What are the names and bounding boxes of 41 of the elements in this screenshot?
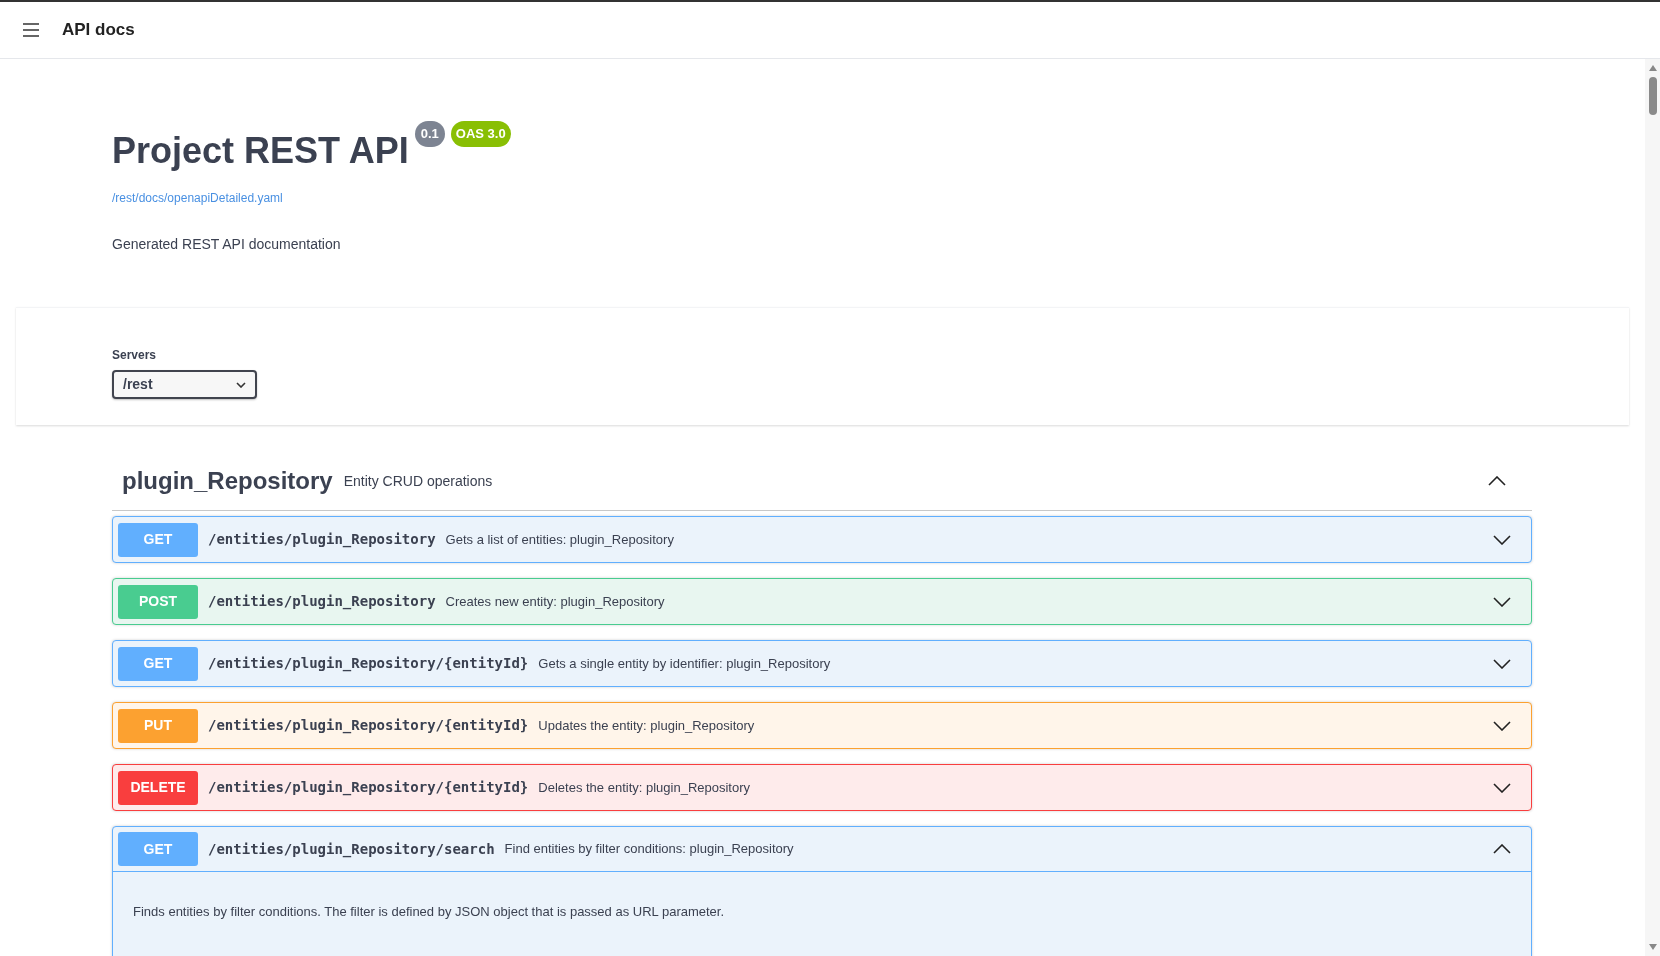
operation-summary: Deletes the entity: plugin_Repository — [538, 778, 751, 797]
operation-summary: Gets a list of entities: plugin_Repository — [445, 530, 674, 549]
tag-description: Entity CRUD operations — [343, 472, 493, 491]
method-badge: PUT — [118, 708, 198, 743]
tag-name[interactable]: plugin_Repository — [122, 462, 333, 499]
servers-label: Servers — [112, 347, 158, 364]
api-title: Project REST API — [112, 133, 409, 169]
method-badge: GET — [118, 832, 198, 866]
scrollbar[interactable] — [1645, 59, 1660, 956]
endpoint-path[interactable]: /entities/plugin_Repository/search — [208, 838, 495, 860]
operation-summary: Updates the entity: plugin_Repository — [538, 716, 755, 735]
endpoint-path[interactable]: /entities/plugin_Repository/{entityId} — [208, 715, 529, 736]
chevron-down-icon[interactable] — [1493, 720, 1511, 731]
method-badge: GET — [118, 646, 198, 681]
endpoint-path[interactable]: /entities/plugin_Repository — [208, 591, 436, 612]
method-badge: GET — [118, 522, 198, 557]
operation-summary: Creates new entity: plugin_Repository — [445, 592, 665, 611]
chevron-up-icon[interactable] — [1493, 844, 1511, 854]
servers-select[interactable]: /rest — [112, 370, 257, 399]
chevron-up-icon[interactable] — [1488, 475, 1506, 486]
operation-summary: Gets a single entity by identifier: plugin_Repository — [538, 654, 831, 673]
chevron-down-icon — [236, 381, 246, 388]
chevron-down-icon[interactable] — [1493, 534, 1511, 545]
app-title: API docs — [62, 19, 135, 42]
menu-icon[interactable] — [22, 23, 40, 37]
scrollbar-thumb[interactable] — [1648, 77, 1657, 115]
operation-details: Finds entities by filter conditions. The filter is defined by JSON object that is passed as URL parameter. — [133, 903, 726, 921]
scroll-up-icon[interactable] — [1648, 65, 1657, 71]
version-badge: 0.1 — [414, 121, 445, 147]
operation-summary: Find entities by filter conditions: plugin_Repository — [504, 840, 794, 859]
api-description: Generated REST API documentation — [112, 235, 342, 254]
oas-badge: OAS 3.0 — [450, 121, 511, 147]
method-badge: DELETE — [118, 770, 198, 805]
method-badge: POST — [118, 584, 198, 619]
chevron-down-icon[interactable] — [1493, 782, 1511, 793]
endpoint-path[interactable]: /entities/plugin_Repository/{entityId} — [208, 777, 529, 798]
scroll-down-icon[interactable] — [1648, 944, 1657, 950]
endpoint-path[interactable]: /entities/plugin_Repository/{entityId} — [208, 653, 529, 674]
endpoint-path[interactable]: /entities/plugin_Repository — [208, 529, 436, 550]
chevron-down-icon[interactable] — [1493, 596, 1511, 607]
chevron-down-icon[interactable] — [1493, 658, 1511, 669]
